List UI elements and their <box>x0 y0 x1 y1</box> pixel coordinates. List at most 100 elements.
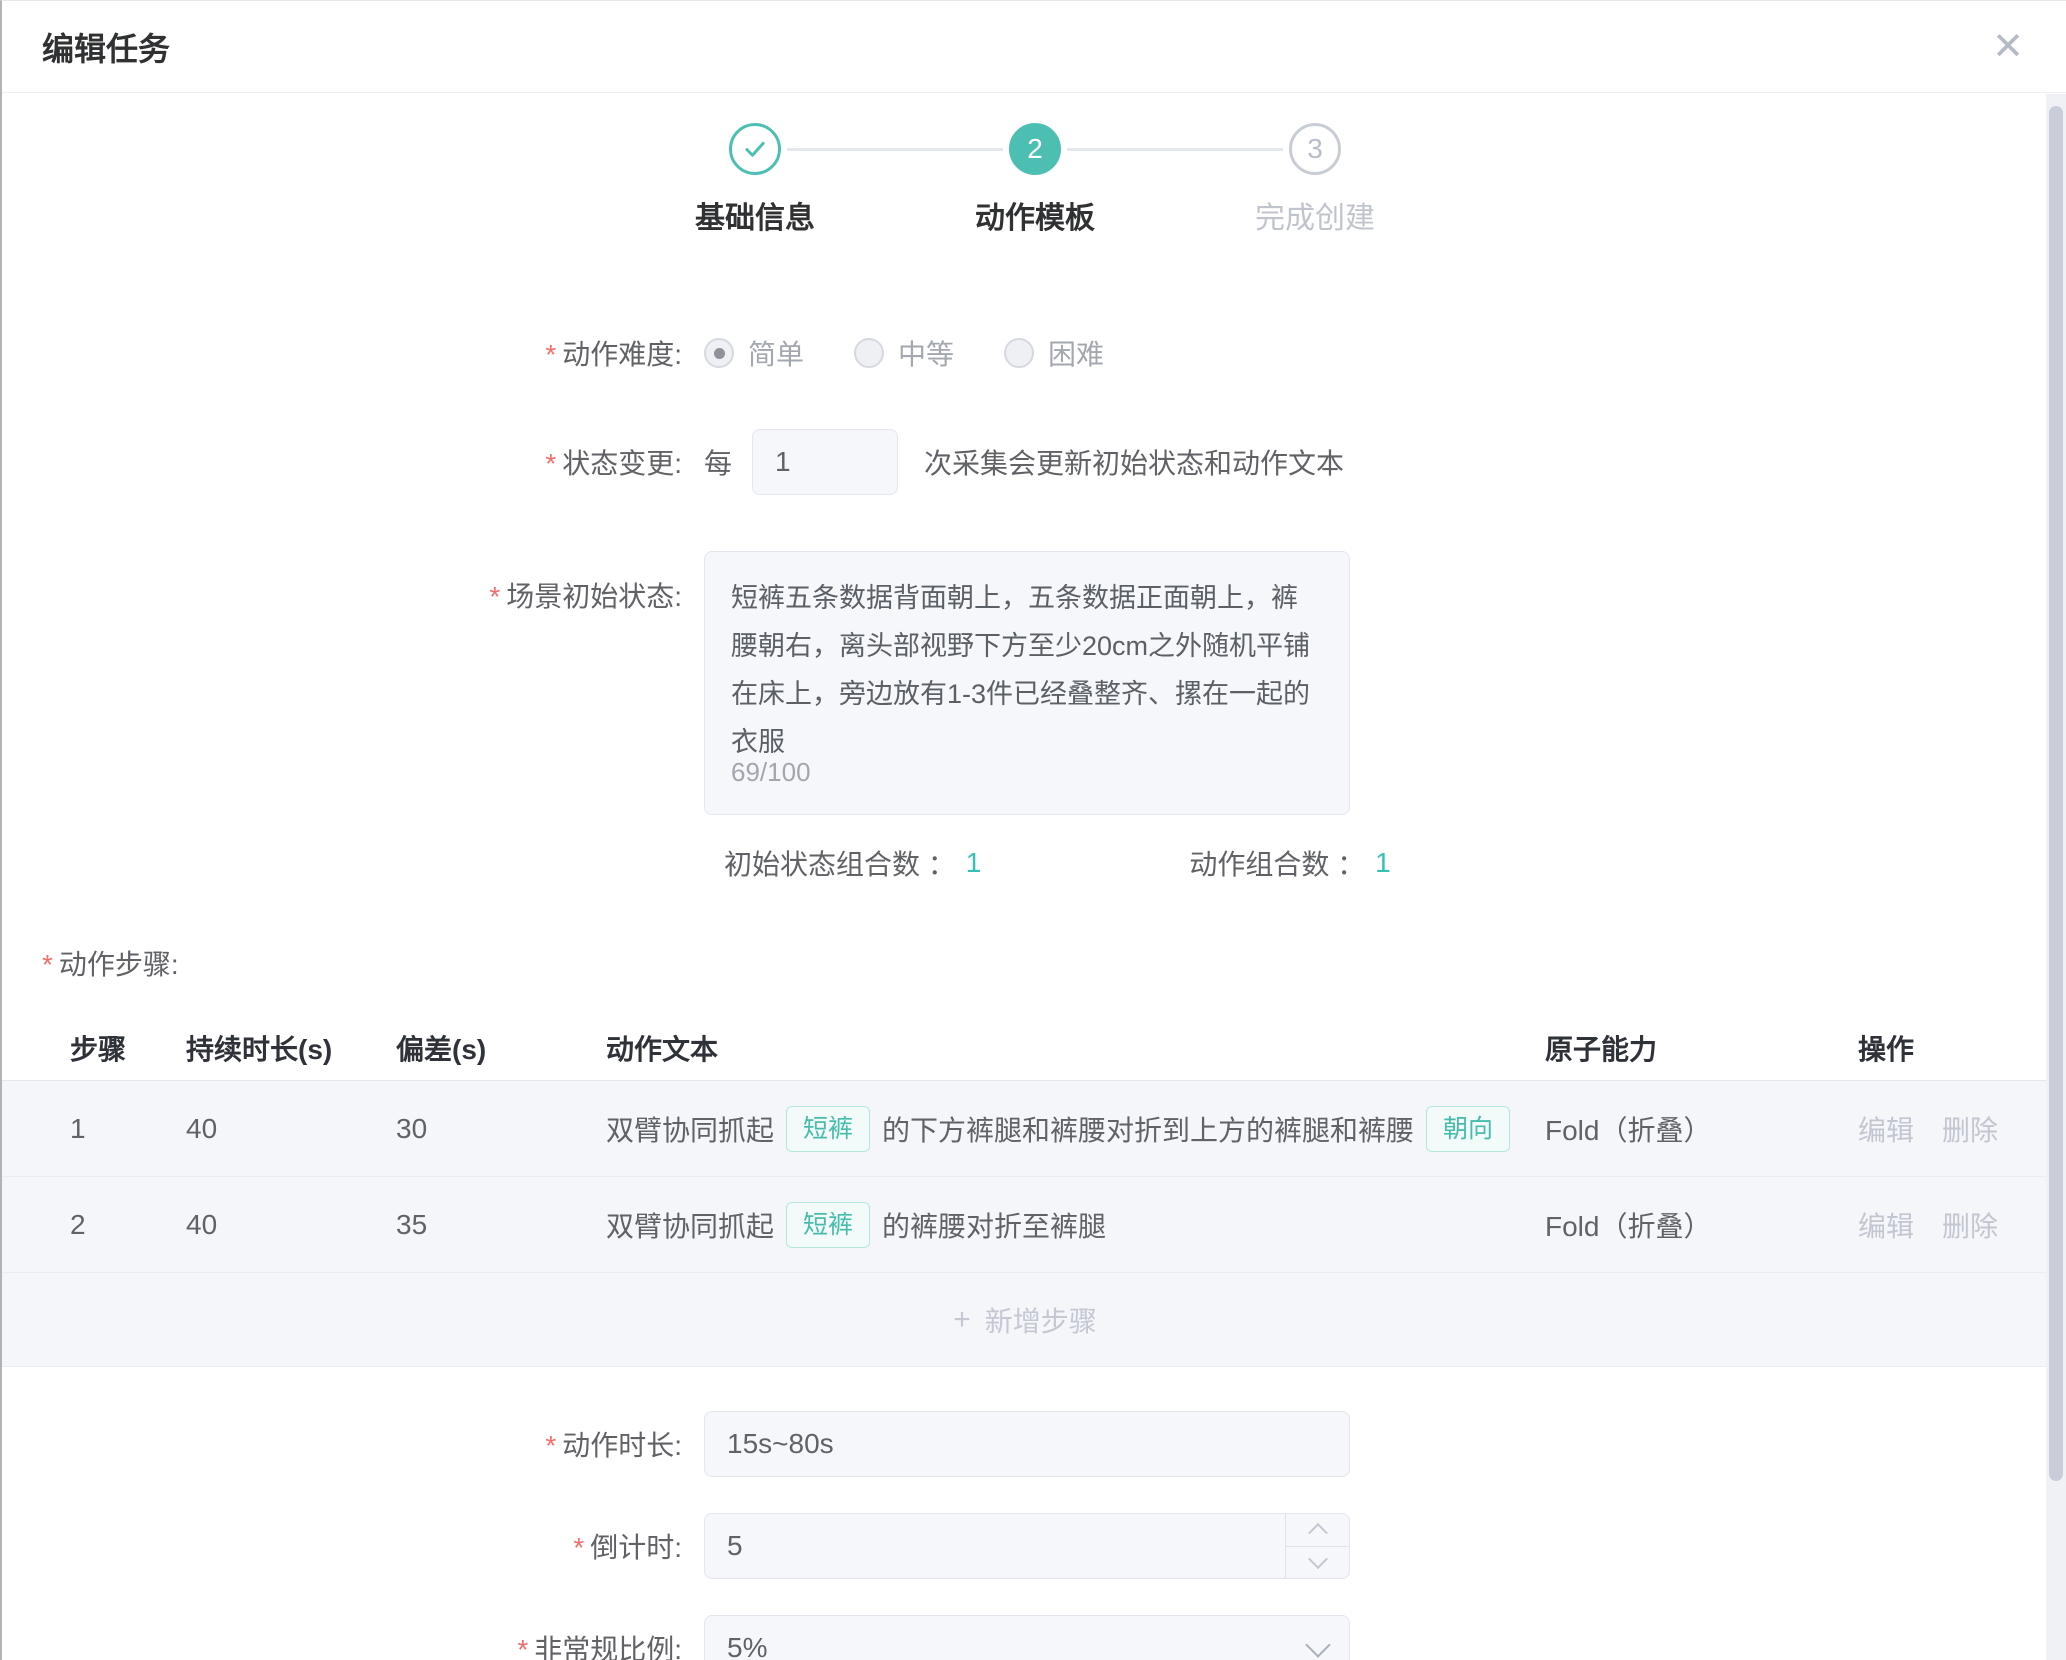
header-operations: 操作 <box>1858 1028 2048 1068</box>
step-label: 完成创建 <box>1255 193 1375 237</box>
radio-label: 中等 <box>898 333 954 373</box>
state-change-suffix: 次采集会更新初始状态和动作文本 <box>924 442 1344 482</box>
action-duration-input[interactable]: 15s~80s <box>704 1411 1350 1477</box>
required-marker: * <box>489 581 500 612</box>
countdown-row: *倒计时: 5 <box>2 1513 2066 1579</box>
action-combo-label: 动作组合数 ： <box>1189 843 1365 883</box>
cell-deviation: 35 <box>396 1209 606 1241</box>
wizard-stepper: 基础信息 2 动作模板 3 完成创建 <box>615 123 1455 237</box>
cell-duration: 40 <box>186 1209 396 1241</box>
difficulty-radio-group: 简单 中等 困难 <box>704 333 1104 373</box>
edit-button[interactable]: 编辑 <box>1858 1109 1914 1149</box>
cell-step: 1 <box>70 1113 186 1145</box>
delete-button[interactable]: 删除 <box>1942 1109 1998 1149</box>
number-spinner <box>1285 1514 1349 1578</box>
combo-counts-row: 初始状态组合数 ： 1 动作组合数 ： 1 <box>724 843 2066 883</box>
ratio-row: *非常规比例: 5% <box>2 1615 2066 1660</box>
state-change-input[interactable]: 1 <box>752 429 898 495</box>
action-combo-value: 1 <box>1375 847 1391 879</box>
radio-hard[interactable]: 困难 <box>1004 333 1104 373</box>
required-marker: * <box>545 448 556 479</box>
step-done-circle <box>729 123 781 175</box>
step-number: 2 <box>1027 133 1043 165</box>
action-combo-count: 动作组合数 ： 1 <box>1189 843 1390 883</box>
task-form: *动作难度: 简单 中等 困难 *状态变更: <box>2 333 2066 883</box>
cell-action-text: 双臂协同抓起 短裤 的裤腰对折至裤腿 <box>606 1202 1545 1248</box>
state-change-row: *状态变更: 每 1 次采集会更新初始状态和动作文本 <box>2 429 2066 495</box>
difficulty-label: *动作难度: <box>2 333 704 373</box>
header-step: 步骤 <box>70 1028 186 1068</box>
delete-button[interactable]: 删除 <box>1942 1205 1998 1245</box>
action-duration-row: *动作时长: 15s~80s <box>2 1411 2066 1477</box>
step-label: 基础信息 <box>695 193 815 237</box>
cell-action-text: 双臂协同抓起 短裤 的下方裤腿和裤腰对折到上方的裤腿和裤腰 朝向 <box>606 1106 1545 1152</box>
radio-label: 简单 <box>748 333 804 373</box>
cell-capability: Fold（折叠） <box>1545 1109 1858 1149</box>
state-change-prefix: 每 <box>704 442 732 482</box>
ratio-label: *非常规比例: <box>2 1628 704 1660</box>
radio-icon <box>1004 338 1034 368</box>
chevron-up-icon <box>1308 1523 1328 1543</box>
ratio-select[interactable]: 5% <box>704 1615 1350 1660</box>
cell-operations: 编辑 删除 <box>1858 1205 2048 1245</box>
radio-icon <box>704 338 734 368</box>
header-action-text: 动作文本 <box>606 1028 1545 1068</box>
vertical-scrollbar <box>2046 94 2066 1660</box>
chevron-down-icon <box>1305 1632 1330 1657</box>
countdown-label: *倒计时: <box>2 1526 704 1566</box>
spinner-down-button[interactable] <box>1286 1547 1349 1579</box>
initial-state-label: *场景初始状态: <box>2 551 704 615</box>
step-label: 动作模板 <box>975 193 1095 237</box>
radio-icon <box>854 338 884 368</box>
dialog-header: 编辑任务 ✕ <box>2 1 2066 93</box>
edit-button[interactable]: 编辑 <box>1858 1205 1914 1245</box>
add-step-label: 新增步骤 <box>985 1300 1097 1340</box>
header-deviation: 偏差(s) <box>396 1028 606 1068</box>
header-duration: 持续时长(s) <box>186 1028 396 1068</box>
countdown-input[interactable]: 5 <box>704 1513 1350 1579</box>
cell-duration: 40 <box>186 1113 396 1145</box>
cell-capability: Fold（折叠） <box>1545 1205 1858 1245</box>
orientation-tag: 朝向 <box>1426 1106 1510 1152</box>
spinner-up-button[interactable] <box>1286 1514 1349 1547</box>
add-step-button[interactable]: + 新增步骤 <box>2 1273 2048 1367</box>
plus-icon: + <box>953 1303 971 1337</box>
cell-deviation: 30 <box>396 1113 606 1145</box>
countdown-value: 5 <box>727 1530 743 1562</box>
close-button[interactable]: ✕ <box>1984 23 2032 71</box>
check-icon <box>740 134 770 164</box>
initial-combo-label: 初始状态组合数 ： <box>724 843 956 883</box>
table-header-row: 步骤 持续时长(s) 偏差(s) 动作文本 原子能力 操作 <box>2 1015 2048 1081</box>
step-number: 3 <box>1307 133 1323 165</box>
radio-easy[interactable]: 简单 <box>704 333 804 373</box>
required-marker: * <box>545 1430 556 1461</box>
char-counter: 69/100 <box>731 748 811 796</box>
initial-combo-value: 1 <box>966 847 982 879</box>
initial-combo-count: 初始状态组合数 ： 1 <box>724 843 981 883</box>
difficulty-row: *动作难度: 简单 中等 困难 <box>2 333 2066 373</box>
step-basic-info: 基础信息 <box>615 123 895 237</box>
action-duration-label: *动作时长: <box>2 1424 704 1464</box>
object-tag: 短裤 <box>786 1202 870 1248</box>
step-action-template: 2 动作模板 <box>895 123 1175 237</box>
ratio-value: 5% <box>727 1632 767 1660</box>
step-pending-circle: 3 <box>1289 123 1341 175</box>
step-finish-create: 3 完成创建 <box>1175 123 1455 237</box>
bottom-form: *动作时长: 15s~80s *倒计时: 5 <box>2 1411 2066 1660</box>
initial-state-text: 短裤五条数据背面朝上，五条数据正面朝上，裤腰朝右，离头部视野下方至少20cm之外… <box>731 574 1323 766</box>
stepper-connector <box>1067 148 1283 151</box>
dialog-title: 编辑任务 <box>42 24 170 70</box>
table-row: 2 40 35 双臂协同抓起 短裤 的裤腰对折至裤腿 Fold（折叠） 编辑 删… <box>2 1177 2048 1273</box>
table-row: 1 40 30 双臂协同抓起 短裤 的下方裤腿和裤腰对折到上方的裤腿和裤腰 朝向… <box>2 1081 2048 1177</box>
cell-step: 2 <box>70 1209 186 1241</box>
action-steps-label: *动作步骤: <box>42 943 2066 983</box>
edit-task-dialog: 编辑任务 ✕ 基础信息 2 动作模板 <box>0 0 2066 1660</box>
step-active-circle: 2 <box>1009 123 1061 175</box>
close-icon: ✕ <box>1992 28 2024 66</box>
state-change-label: *状态变更: <box>2 442 704 482</box>
stepper-connector <box>787 148 1003 151</box>
initial-state-textarea[interactable]: 短裤五条数据背面朝上，五条数据正面朝上，裤腰朝右，离头部视野下方至少20cm之外… <box>704 551 1350 815</box>
cell-operations: 编辑 删除 <box>1858 1109 2048 1149</box>
radio-medium[interactable]: 中等 <box>854 333 954 373</box>
scrollbar-thumb[interactable] <box>2049 106 2063 1481</box>
